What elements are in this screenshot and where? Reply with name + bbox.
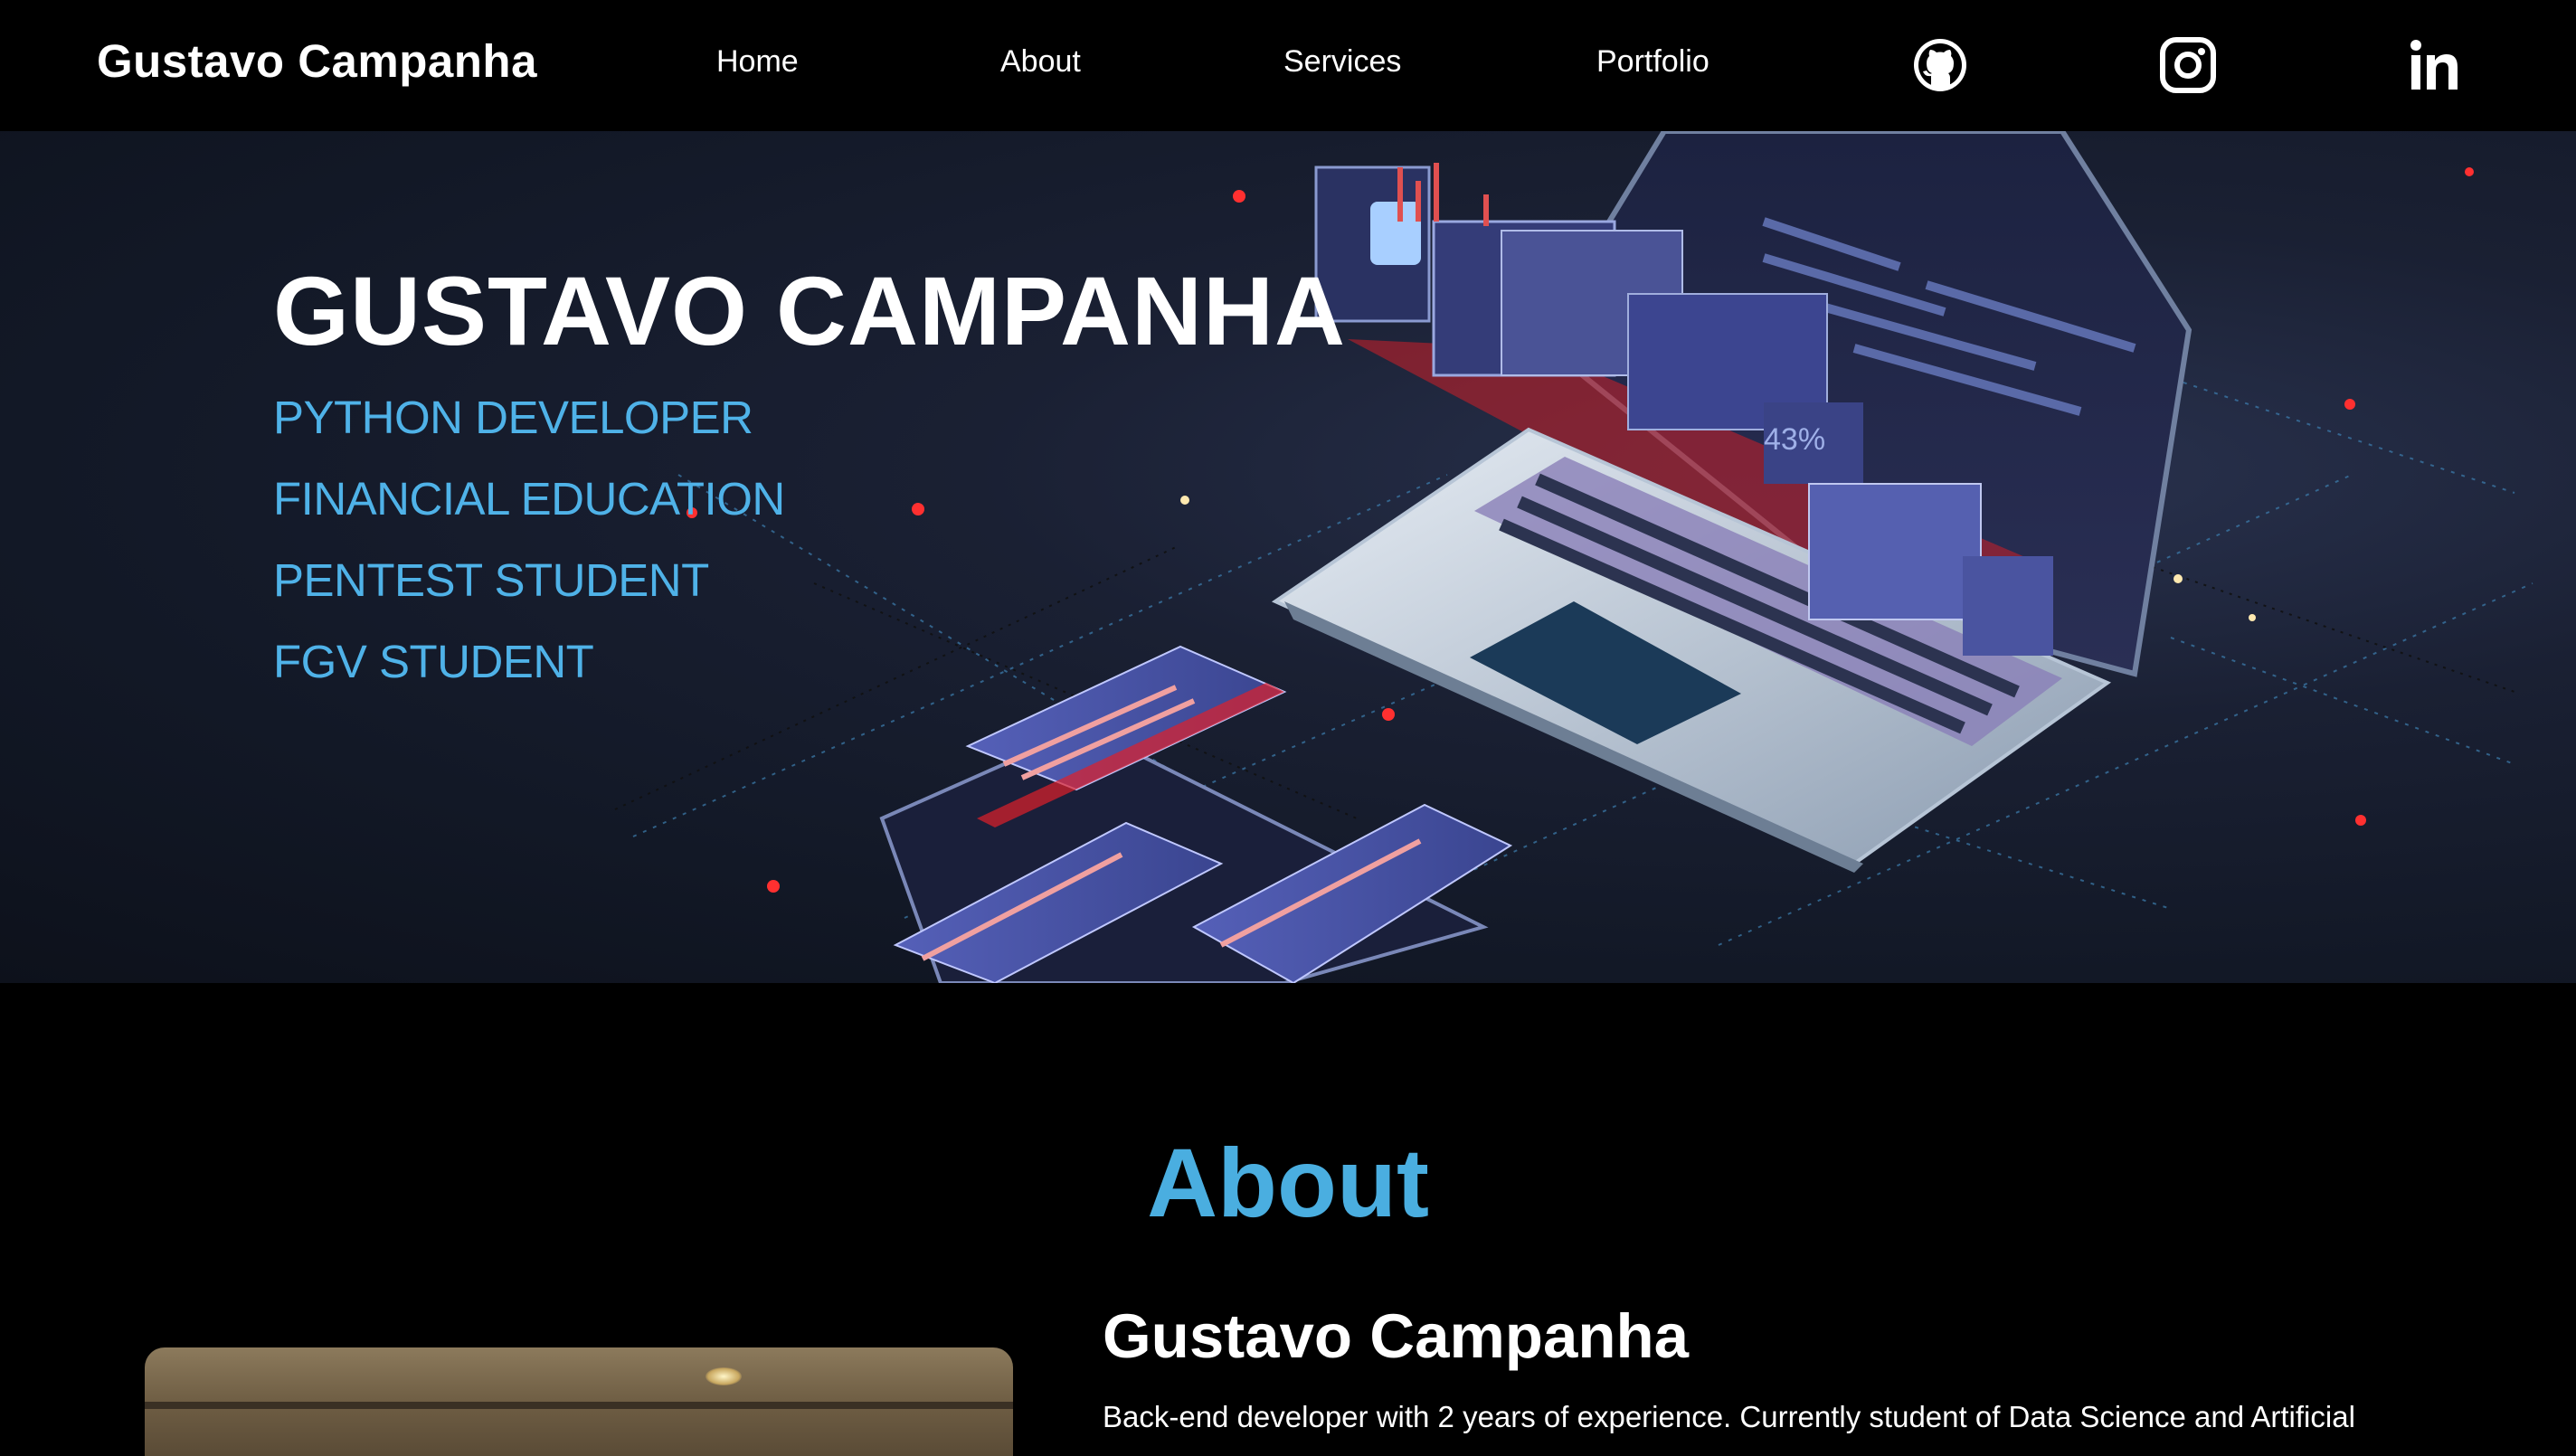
hero-screen-percent: 43%: [1764, 422, 1825, 457]
hero-role-item: FINANCIAL EDUCATION: [273, 473, 785, 525]
instagram-icon[interactable]: [2159, 36, 2217, 94]
photo-ceiling-beam: [145, 1402, 1013, 1409]
photo-ceiling-light: [706, 1367, 742, 1385]
about-description: Back-end developer with 2 years of exper…: [1103, 1400, 2355, 1433]
navbar: Gustavo Campanha Home About Services Por…: [0, 0, 2576, 131]
linkedin-icon[interactable]: [2407, 36, 2465, 94]
hero-title: GUSTAVO CAMPANHA: [273, 256, 1346, 365]
profile-photo: [145, 1347, 1013, 1456]
nav-link-about[interactable]: About: [1000, 44, 1081, 80]
about-heading: About: [1147, 1128, 1429, 1237]
hero-roles-list: PYTHON DEVELOPER FINANCIAL EDUCATION PEN…: [273, 377, 785, 703]
brand-logo[interactable]: Gustavo Campanha: [97, 34, 537, 88]
github-icon[interactable]: [1911, 36, 1969, 94]
nav-link-home[interactable]: Home: [716, 44, 799, 80]
hero-role-item: PYTHON DEVELOPER: [273, 392, 753, 443]
hero-role-item: FGV STUDENT: [273, 636, 594, 687]
nav-link-services[interactable]: Services: [1283, 44, 1401, 80]
hero-role-item: PENTEST STUDENT: [273, 554, 709, 606]
about-name: Gustavo Campanha: [1103, 1301, 1689, 1371]
hero-banner: 43% GUSTAVO CAMPANHA PYTHON DEVELOPER FI…: [0, 131, 2576, 983]
nav-link-portfolio[interactable]: Portfolio: [1596, 44, 1709, 80]
